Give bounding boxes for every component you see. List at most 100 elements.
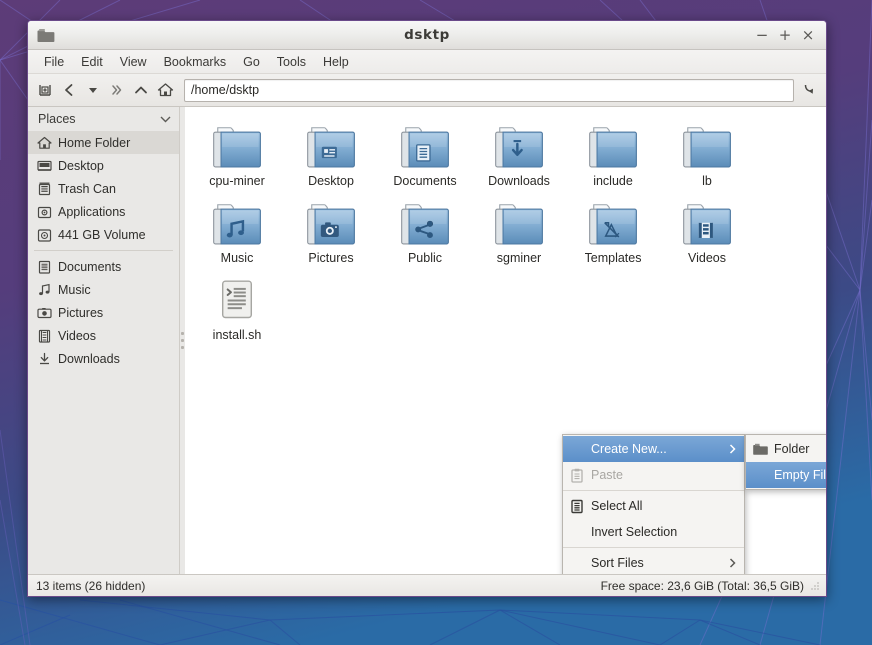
sidebar-item-label: Desktop (58, 159, 104, 173)
close-button[interactable]: × (798, 25, 818, 45)
sidebar-item-trash-can[interactable]: Trash Can (28, 177, 179, 200)
sidebar-item-label: Pictures (58, 306, 103, 320)
folder-icon (306, 121, 356, 169)
file-item[interactable]: Pictures (284, 196, 378, 273)
sidebar-item-home-folder[interactable]: Home Folder (28, 131, 179, 154)
file-item-label: Downloads (488, 174, 550, 188)
sidebar-separator (34, 250, 173, 251)
menu-tools[interactable]: Tools (269, 52, 314, 72)
context-submenu-create-new: Folder Empty File (745, 434, 826, 490)
resize-grip-icon[interactable] (810, 581, 820, 591)
status-item-count: 13 items (26 hidden) (36, 579, 145, 593)
menu-edit[interactable]: Edit (73, 52, 111, 72)
menu-item[interactable]: Create New... (563, 436, 744, 462)
menu-item-label: Paste (591, 468, 736, 482)
menu-bookmarks[interactable]: Bookmarks (156, 52, 235, 72)
sidebar-item-label: Music (58, 283, 91, 297)
menu-item-icon-placeholder (569, 555, 585, 571)
drive-icon (36, 227, 52, 243)
downloads-icon (36, 351, 52, 367)
maximize-button[interactable]: + (775, 25, 795, 45)
menu-item-label: Folder (774, 442, 826, 456)
sidebar-item-downloads[interactable]: Downloads (28, 347, 179, 370)
folder-icon (682, 121, 732, 169)
chevron-down-icon[interactable] (160, 115, 171, 123)
window-controls: − + × (752, 25, 818, 45)
file-item[interactable]: Templates (566, 196, 660, 273)
folder-icon (588, 198, 638, 246)
file-item-label: Documents (393, 174, 456, 188)
context-menu: Create New... Paste Select All Invert Selec… (562, 434, 745, 574)
menu-file[interactable]: File (36, 52, 72, 72)
file-item-label: Public (408, 251, 442, 265)
sidebar-item-documents[interactable]: Documents (28, 255, 179, 278)
file-item[interactable]: Documents (378, 119, 472, 196)
window-title: dsktp (28, 27, 826, 43)
folder-icon (752, 441, 768, 457)
up-icon[interactable] (130, 78, 152, 102)
path-input[interactable] (191, 83, 787, 97)
go-icon[interactable] (798, 78, 820, 102)
home-icon (36, 135, 52, 151)
menu-view[interactable]: View (112, 52, 155, 72)
places-sidebar: Places Home Folder Desktop (28, 107, 180, 574)
status-bar: 13 items (26 hidden) Free space: 23,6 Gi… (28, 574, 826, 596)
file-manager-window: dsktp − + × File Edit View Bookmarks Go … (27, 20, 827, 597)
sidebar-item-label: Videos (58, 329, 96, 343)
file-item-label: lb (702, 174, 712, 188)
sidebar-item-music[interactable]: Music (28, 278, 179, 301)
file-item[interactable]: cpu-miner (190, 119, 284, 196)
file-item[interactable]: Videos (660, 196, 754, 273)
menu-item[interactable]: Invert Selection (563, 519, 744, 545)
sidebar-item-applications[interactable]: Applications (28, 200, 179, 223)
home-icon[interactable] (154, 78, 176, 102)
menu-item[interactable]: Sort Files (563, 550, 744, 574)
menu-help[interactable]: Help (315, 52, 357, 72)
file-item[interactable]: install.sh (190, 273, 284, 350)
file-pane[interactable]: cpu-miner Desktop Documents (180, 107, 826, 574)
toolbar (28, 74, 826, 107)
file-item[interactable]: Public (378, 196, 472, 273)
history-dropdown-icon[interactable] (82, 78, 104, 102)
forward-icon[interactable] (106, 78, 128, 102)
sidebar-item-label: Trash Can (58, 182, 116, 196)
sidebar-item-desktop[interactable]: Desktop (28, 154, 179, 177)
folder-icon (400, 121, 450, 169)
file-item-label: Pictures (308, 251, 353, 265)
sidebar-item-label: Documents (58, 260, 121, 274)
sidebar-item-videos[interactable]: Videos (28, 324, 179, 347)
trash-icon (36, 181, 52, 197)
folder-icon (400, 198, 450, 246)
minimize-button[interactable]: − (752, 25, 772, 45)
splitter-grip-icon (181, 332, 184, 349)
file-item-label: cpu-miner (209, 174, 265, 188)
menu-item[interactable]: Empty File (746, 462, 826, 488)
folder-icon (306, 198, 356, 246)
file-item[interactable]: Music (190, 196, 284, 273)
sidebar-item-pictures[interactable]: Pictures (28, 301, 179, 324)
back-icon[interactable] (58, 78, 80, 102)
menu-item[interactable]: Folder (746, 436, 826, 462)
places-title: Places (38, 112, 76, 126)
menu-item-icon-placeholder (752, 467, 768, 483)
file-item[interactable]: sgminer (472, 196, 566, 273)
sidebar-item-label: Home Folder (58, 136, 130, 150)
title-bar[interactable]: dsktp − + × (28, 21, 826, 50)
sidebar-item-label: Downloads (58, 352, 120, 366)
menu-go[interactable]: Go (235, 52, 268, 72)
documents-icon (36, 259, 52, 275)
path-bar[interactable] (184, 79, 794, 102)
file-item[interactable]: Downloads (472, 119, 566, 196)
new-tab-icon[interactable] (34, 78, 56, 102)
sidebar-splitter[interactable] (180, 107, 185, 574)
menu-item[interactable]: Select All (563, 493, 744, 519)
menu-item-label: Invert Selection (591, 525, 736, 539)
folder-icon (494, 121, 544, 169)
file-item-label: sgminer (497, 251, 541, 265)
menu-item-label: Empty File (774, 468, 826, 482)
places-header[interactable]: Places (28, 107, 179, 131)
sidebar-item-volume[interactable]: 441 GB Volume (28, 223, 179, 246)
file-item[interactable]: lb (660, 119, 754, 196)
file-item[interactable]: Desktop (284, 119, 378, 196)
file-item[interactable]: include (566, 119, 660, 196)
